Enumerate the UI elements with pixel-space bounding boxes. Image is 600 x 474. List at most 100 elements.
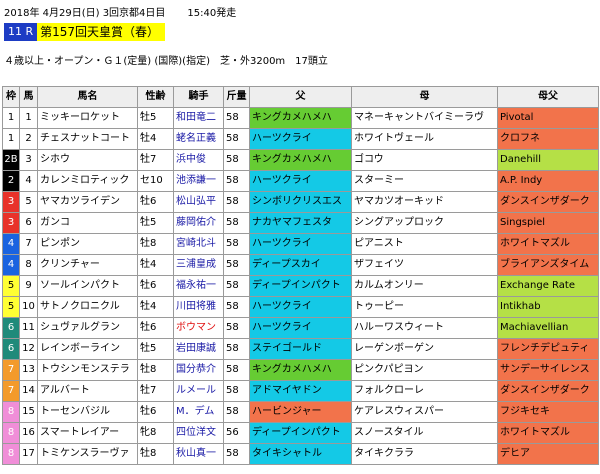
horse-number: 7 (19, 233, 38, 255)
race-conditions: ４歳以上・オープン・Ｇ１(定量) (国際)(指定) 芝・外3200m 17頭立 (4, 56, 328, 67)
jockey-name[interactable]: 川田将雅 (173, 296, 224, 318)
jockey-name[interactable]: 四位洋文 (173, 422, 224, 444)
waku-cell: 7 (2, 359, 20, 381)
horse-number: 11 (19, 317, 38, 339)
weight: 58 (223, 107, 250, 129)
col-header-sire: 父 (249, 86, 352, 108)
weight: 58 (223, 338, 250, 360)
dam-name: レーゲンボーゲン (351, 338, 498, 360)
sire-name: タイキシャトル (249, 443, 352, 465)
table-row: 1 1 ミッキーロケット 牡5 和田竜二 58 キングカメハメハ マネーキャントバイミーラヴ P… (2, 107, 599, 129)
weight: 58 (223, 191, 250, 213)
weight: 58 (223, 443, 250, 465)
sire-name: ナカヤマフェスタ (249, 212, 352, 234)
horse-number: 2 (19, 128, 38, 150)
jockey-name[interactable]: 池添謙一 (173, 170, 224, 192)
col-header-jockey: 騎手 (173, 86, 224, 108)
sire-name: キングカメハメハ (249, 149, 352, 171)
jockey-name[interactable]: 国分恭介 (173, 359, 224, 381)
horse-name: レインボーライン (37, 338, 138, 360)
broodmare-sire-name: フレンチデピュティ (497, 338, 599, 360)
waku-cell: 6 (2, 338, 20, 360)
horse-name: クリンチャー (37, 254, 138, 276)
sire-name: ディープインパクト (249, 275, 352, 297)
broodmare-sire-name: Intikhab (497, 296, 599, 318)
horse-name: ガンコ (37, 212, 138, 234)
horse-name: トーセンバジル (37, 401, 138, 423)
waku-cell: 5 (2, 275, 20, 297)
horse-number: 16 (19, 422, 38, 444)
sire-name: ハーツクライ (249, 233, 352, 255)
broodmare-sire-name: ブライアンズタイム (497, 254, 599, 276)
broodmare-sire-name: Pivotal (497, 107, 599, 129)
dam-name: フォルクローレ (351, 380, 498, 402)
table-row: 4 7 ピンポン 牡8 宮崎北斗 58 ハーツクライ ピアニスト ホワイトマズル (2, 233, 599, 255)
dam-name: ピアニスト (351, 233, 498, 255)
jockey-name[interactable]: 岩田康誠 (173, 338, 224, 360)
jockey-name[interactable]: 三浦皇成 (173, 254, 224, 276)
sex-age: 牝8 (137, 422, 174, 444)
weight: 58 (223, 128, 250, 150)
jockey-name[interactable]: 福永祐一 (173, 275, 224, 297)
horse-number: 8 (19, 254, 38, 276)
jockey-name[interactable]: 藤岡佑介 (173, 212, 224, 234)
jockey-name[interactable]: 秋山真一 (173, 443, 224, 465)
weight: 58 (223, 170, 250, 192)
col-header-horse-name: 馬名 (37, 86, 138, 108)
horse-number: 10 (19, 296, 38, 318)
col-header-waku: 枠 (2, 86, 20, 108)
sire-name: ハーツクライ (249, 296, 352, 318)
jockey-name[interactable]: 蛯名正義 (173, 128, 224, 150)
broodmare-sire-name: デヒア (497, 443, 599, 465)
weight: 58 (223, 359, 250, 381)
sex-age: 牡6 (137, 191, 174, 213)
col-header-sex-age: 性齢 (137, 86, 174, 108)
weight: 58 (223, 254, 250, 276)
weight: 58 (223, 380, 250, 402)
sex-age: 牡5 (137, 212, 174, 234)
broodmare-sire-name: ホワイトマズル (497, 422, 599, 444)
table-row: 4 8 クリンチャー 牡4 三浦皇成 58 ディープスカイ ザフェイツ ブライアンズタイム (2, 254, 599, 276)
race-date-line: 2018年 4月29日(日) 3回京都4日目 15:40発走 (4, 4, 236, 19)
broodmare-sire-name: クロフネ (497, 128, 599, 150)
horse-number: 9 (19, 275, 38, 297)
horse-number: 1 (19, 107, 38, 129)
horse-name: シホウ (37, 149, 138, 171)
table-row: 1 2 チェスナットコート 牡4 蛯名正義 58 ハーツクライ ホワイトヴェール クロフネ (2, 128, 599, 150)
sex-age: 牡6 (137, 401, 174, 423)
jockey-name[interactable]: ボウマン (173, 317, 224, 339)
broodmare-sire-name: Danehill (497, 149, 599, 171)
jockey-name[interactable]: 松山弘平 (173, 191, 224, 213)
jockey-name[interactable]: 和田竜二 (173, 107, 224, 129)
horse-name: カレンミロティック (37, 170, 138, 192)
race-name: 第157回天皇賞（春） (37, 23, 166, 41)
sex-age: セ10 (137, 170, 174, 192)
dam-name: ハルーワスウィート (351, 317, 498, 339)
table-row: 7 14 アルバート 牡7 ルメール 58 アドマイヤドン フォルクローレ ダンスインザダーク (2, 380, 599, 402)
weight: 58 (223, 233, 250, 255)
table-row: 5 9 ソールインパクト 牡6 福永祐一 58 ディープインパクト カルムオンリー Exchan… (2, 275, 599, 297)
dam-name: ケアレスウィスパー (351, 401, 498, 423)
horse-name: サトノクロニクル (37, 296, 138, 318)
col-header-number: 馬 (19, 86, 38, 108)
sex-age: 牡5 (137, 338, 174, 360)
horse-name: トウシンモンステラ (37, 359, 138, 381)
horse-number: 15 (19, 401, 38, 423)
waku-cell: 1 (2, 107, 20, 129)
race-date: 2018年 4月29日(日) 3回京都4日目 (4, 8, 166, 19)
table-row: 8 17 トミケンスラーヴァ 牡8 秋山真一 58 タイキシャトル タイキクララ デヒア (2, 443, 599, 465)
waku-cell: 6 (2, 317, 20, 339)
broodmare-sire-name: ダンスインザダーク (497, 191, 599, 213)
col-header-dam: 母 (351, 86, 498, 108)
table-row: 6 11 シュヴァルグラン 牡6 ボウマン 58 ハーツクライ ハルーワスウィート Machia… (2, 317, 599, 339)
jockey-name[interactable]: 宮崎北斗 (173, 233, 224, 255)
table-row: 2B 3 シホウ 牡7 浜中俊 58 キングカメハメハ ゴコウ Danehill (2, 149, 599, 171)
jockey-name[interactable]: ルメール (173, 380, 224, 402)
dam-name: タイキクララ (351, 443, 498, 465)
jockey-name[interactable]: 浜中俊 (173, 149, 224, 171)
waku-cell: 8 (2, 443, 20, 465)
horse-name: ピンポン (37, 233, 138, 255)
jockey-name[interactable]: M．デム (173, 401, 224, 423)
sex-age: 牡4 (137, 128, 174, 150)
table-header-row: 枠 馬 馬名 性齢 騎手 斤量 父 母 母父 (2, 86, 599, 108)
